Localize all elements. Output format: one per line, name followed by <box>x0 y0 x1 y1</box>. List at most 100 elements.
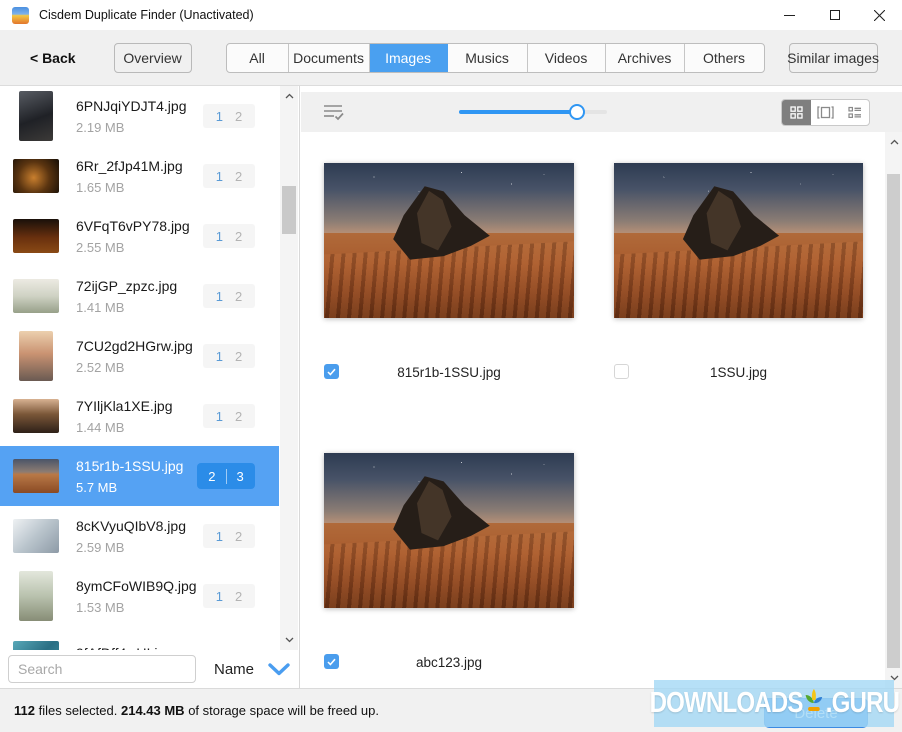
duplicate-count-badge: 12 <box>203 224 255 248</box>
close-button[interactable] <box>857 0 902 30</box>
view-mode-switcher <box>781 99 870 126</box>
list-item[interactable]: 6VFqT6vPY78.jpg 2.55 MB 12 <box>0 206 279 266</box>
file-thumbnail <box>13 519 59 553</box>
file-thumbnail <box>13 399 59 433</box>
downloads-guru-watermark: DOWNLOADS .GURU <box>654 680 894 727</box>
toolbar: < Back Overview All Documents Images Mus… <box>0 30 902 86</box>
list-item[interactable]: 9fAfDff4wUI.jpg <box>0 626 279 650</box>
list-item[interactable]: 8cKVyuQIbV8.jpg 2.59 MB 12 <box>0 506 279 566</box>
duplicates-panel: 815r1b-1SSU.jpg 1SSU.jpg abc123.jpg <box>301 86 902 688</box>
list-view-icon <box>848 106 862 119</box>
file-thumbnail <box>19 331 53 381</box>
overview-button[interactable]: Overview <box>114 43 192 73</box>
file-name: 8ymCFoWIB9Q.jpg <box>76 578 197 594</box>
thumbnail-size-slider[interactable] <box>459 106 607 118</box>
minimize-button[interactable] <box>767 0 812 30</box>
duplicate-count-badge: 12 <box>203 584 255 608</box>
sidebar: 6PNJqiYDJT4.jpg 2.19 MB 12 6Rr_2fJp41M.j… <box>0 86 300 688</box>
file-name: 6VFqT6vPY78.jpg <box>76 218 190 234</box>
file-name: 7YIljKla1XE.jpg <box>76 398 173 414</box>
file-thumbnail <box>19 91 53 141</box>
list-item[interactable]: 6PNJqiYDJT4.jpg 2.19 MB 12 <box>0 86 279 146</box>
sort-label: Name <box>214 661 254 678</box>
chevron-down-icon <box>268 663 290 676</box>
window-title: Cisdem Duplicate Finder (Unactivated) <box>39 8 254 22</box>
freed-size: 214.43 MB <box>121 703 185 718</box>
select-all-icon[interactable] <box>323 103 345 121</box>
file-size: 5.7 MB <box>76 480 183 495</box>
title-bar: Cisdem Duplicate Finder (Unactivated) <box>0 0 902 30</box>
grid-view-icon <box>790 106 803 119</box>
list-item[interactable]: 72ijGP_zpzc.jpg 1.41 MB 12 <box>0 266 279 326</box>
file-size: 2.52 MB <box>76 360 193 375</box>
tab-archives[interactable]: Archives <box>606 44 685 72</box>
duplicates-toolbar <box>301 92 902 132</box>
list-item[interactable]: 7CU2gd2HGrw.jpg 2.52 MB 12 <box>0 326 279 386</box>
file-size: 1.65 MB <box>76 180 183 195</box>
category-tab-group: All Documents Images Musics Videos Archi… <box>226 43 765 73</box>
preview-view-icon <box>817 106 834 119</box>
grid-view-button[interactable] <box>782 100 811 125</box>
preview-view-button[interactable] <box>811 100 840 125</box>
duplicate-count-badge: 12 <box>203 164 255 188</box>
file-thumbnail <box>13 641 59 650</box>
file-name: 72ijGP_zpzc.jpg <box>76 278 177 294</box>
watermark-text-right: .GURU <box>825 687 898 720</box>
watermark-text-left: DOWNLOADS <box>649 687 802 720</box>
tab-musics[interactable]: Musics <box>448 44 528 72</box>
duplicate-count-badge: 12 <box>203 344 255 368</box>
sidebar-scrollbar[interactable] <box>280 86 298 650</box>
scroll-up-icon[interactable] <box>280 88 298 104</box>
tab-others[interactable]: Others <box>685 44 764 72</box>
maximize-button[interactable] <box>812 0 857 30</box>
file-thumbnail <box>13 459 59 493</box>
duplicate-file-list: 6PNJqiYDJT4.jpg 2.19 MB 12 6Rr_2fJp41M.j… <box>0 86 279 650</box>
list-item[interactable]: 8ymCFoWIB9Q.jpg 1.53 MB 12 <box>0 566 279 626</box>
tab-documents[interactable]: Documents <box>289 44 370 72</box>
list-item[interactable]: 6Rr_2fJp41M.jpg 1.65 MB 12 <box>0 146 279 206</box>
file-thumbnail <box>13 219 59 253</box>
window-controls <box>767 0 902 30</box>
file-thumbnail <box>13 159 59 193</box>
search-input[interactable] <box>8 655 196 683</box>
image-tile[interactable] <box>324 453 574 608</box>
duplicate-count-badge: 12 <box>203 104 255 128</box>
app-icon <box>12 7 29 24</box>
selection-summary: 112 files selected. 214.43 MB of storage… <box>14 703 379 718</box>
file-name: 8cKVyuQIbV8.jpg <box>76 518 186 534</box>
tab-videos[interactable]: Videos <box>528 44 606 72</box>
scrollbar-thumb[interactable] <box>282 186 296 234</box>
tile-filename: abc123.jpg <box>324 654 574 672</box>
scroll-up-icon[interactable] <box>885 134 902 150</box>
desert-photo <box>324 453 574 608</box>
main-scrollbar[interactable] <box>885 132 902 688</box>
file-thumbnail <box>13 279 59 313</box>
tab-all[interactable]: All <box>227 44 289 72</box>
selected-count: 112 <box>14 703 35 718</box>
image-tile[interactable] <box>324 163 574 318</box>
file-thumbnail <box>19 571 53 621</box>
duplicate-count-badge: 23 <box>197 463 255 489</box>
list-item[interactable]: 7YIljKla1XE.jpg 1.44 MB 12 <box>0 386 279 446</box>
list-item-selected[interactable]: 815r1b-1SSU.jpg 5.7 MB 23 <box>0 446 279 506</box>
sprout-icon <box>803 688 825 715</box>
image-tile[interactable] <box>614 163 863 318</box>
list-view-button[interactable] <box>840 100 869 125</box>
sidebar-footer: Name <box>0 650 299 688</box>
scroll-down-icon[interactable] <box>280 632 298 648</box>
tile-filename: 1SSU.jpg <box>614 364 863 382</box>
scrollbar-thumb[interactable] <box>887 174 900 668</box>
file-size: 1.41 MB <box>76 300 177 315</box>
slider-thumb[interactable] <box>569 104 585 120</box>
duplicate-count-badge: 12 <box>203 524 255 548</box>
sort-dropdown[interactable]: Name <box>214 661 290 678</box>
slider-fill <box>459 110 575 114</box>
similar-images-button[interactable]: Similar images <box>789 43 878 73</box>
file-size: 2.55 MB <box>76 240 190 255</box>
file-size: 1.44 MB <box>76 420 173 435</box>
back-button[interactable]: < Back <box>30 50 76 66</box>
tab-images[interactable]: Images <box>370 44 448 72</box>
file-size: 2.59 MB <box>76 540 186 555</box>
file-size: 2.19 MB <box>76 120 187 135</box>
desert-photo <box>324 163 574 318</box>
